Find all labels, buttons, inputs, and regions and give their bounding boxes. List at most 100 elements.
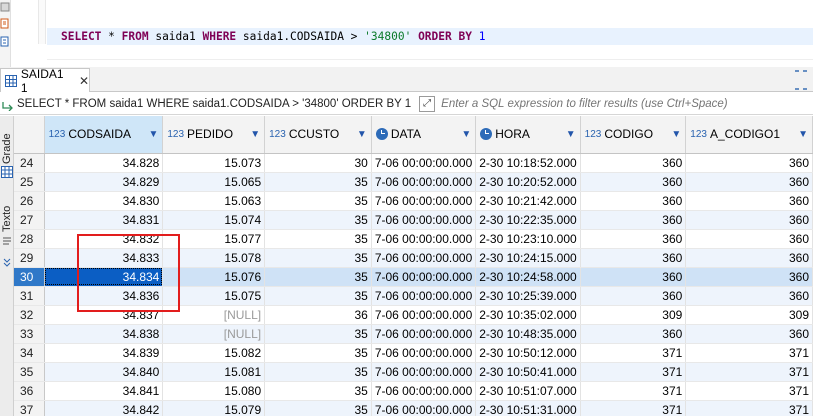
cell-ccusto[interactable]: 35 [264, 267, 372, 287]
script-icon[interactable] [0, 18, 10, 29]
cell-codigo[interactable]: 371 [580, 362, 687, 382]
cell-codigo[interactable]: 360 [580, 229, 687, 249]
table-row[interactable]: 33 34.838 [NULL] 35 7-06 00:00:00.000 2-30 10… [14, 324, 813, 344]
row-number[interactable]: 29 [14, 248, 45, 268]
cell-a-codigo1[interactable]: 360 [685, 210, 813, 230]
cell-ccusto[interactable]: 35 [264, 172, 372, 192]
row-number[interactable]: 34 [14, 343, 45, 363]
text-view-icon[interactable] [1, 236, 13, 248]
column-header-a-codigo1[interactable]: 123 A_CODIGO1 ▼ [685, 116, 813, 154]
cell-pedido[interactable]: [NULL] [162, 305, 266, 325]
cell-codsaida[interactable]: 34.840 [44, 362, 164, 382]
cell-codigo[interactable]: 360 [580, 286, 687, 306]
cell-a-codigo1[interactable]: 360 [685, 286, 813, 306]
cell-codigo[interactable]: 360 [580, 210, 687, 230]
cell-hora[interactable]: 2-30 10:50:41.000 [475, 362, 581, 382]
cell-hora[interactable]: 2-30 10:51:07.000 [475, 381, 581, 401]
cell-pedido[interactable]: 15.079 [162, 400, 266, 416]
column-menu-arrow-icon[interactable]: ▼ [357, 129, 367, 140]
row-number[interactable]: 33 [14, 324, 45, 344]
cell-data[interactable]: 7-06 00:00:00.000 [371, 191, 477, 211]
cell-codigo[interactable]: 360 [580, 172, 687, 192]
cell-pedido[interactable]: 15.076 [162, 267, 266, 287]
column-header-codsaida[interactable]: 123 CODSAIDA ▼ [44, 116, 164, 154]
cell-ccusto[interactable]: 35 [264, 343, 372, 363]
grid-icon[interactable] [1, 166, 13, 178]
cell-pedido[interactable]: [NULL] [162, 324, 266, 344]
cell-hora[interactable]: 2-30 10:23:10.000 [475, 229, 581, 249]
table-row[interactable]: 31 34.836 15.075 35 7-06 00:00:00.000 2-30 10… [14, 286, 813, 306]
cell-data[interactable]: 7-06 00:00:00.000 [371, 229, 477, 249]
cell-hora[interactable]: 2-30 10:20:52.000 [475, 172, 581, 192]
table-row[interactable]: 34 34.839 15.082 35 7-06 00:00:00.000 2-30 10… [14, 343, 813, 363]
row-number[interactable]: 32 [14, 305, 45, 325]
cell-pedido[interactable]: 15.080 [162, 381, 266, 401]
cell-codigo[interactable]: 371 [580, 343, 687, 363]
table-row[interactable]: 28 34.832 15.077 35 7-06 00:00:00.000 2-30 10… [14, 229, 813, 249]
cell-codsaida[interactable]: 34.834 [44, 267, 164, 287]
cell-pedido[interactable]: 15.074 [162, 210, 266, 230]
cell-codigo[interactable]: 360 [580, 324, 687, 344]
column-menu-arrow-icon[interactable]: ▼ [148, 129, 158, 140]
cell-codsaida[interactable]: 34.837 [44, 305, 164, 325]
cell-a-codigo1[interactable]: 309 [685, 305, 813, 325]
cell-codsaida[interactable]: 34.831 [44, 210, 164, 230]
row-number[interactable]: 28 [14, 229, 45, 249]
cell-a-codigo1[interactable]: 360 [685, 248, 813, 268]
table-row[interactable]: 35 34.840 15.081 35 7-06 00:00:00.000 2-30 10… [14, 362, 813, 382]
cell-codsaida[interactable]: 34.838 [44, 324, 164, 344]
filter-expand-icon[interactable]: ⤢ [419, 95, 436, 112]
cell-codsaida[interactable]: 34.833 [44, 248, 164, 268]
table-row[interactable]: 32 34.837 [NULL] 36 7-06 00:00:00.000 2-30 10… [14, 305, 813, 325]
cell-codigo[interactable]: 360 [580, 153, 687, 173]
cell-hora[interactable]: 2-30 10:51:31.000 [475, 400, 581, 416]
cell-codsaida[interactable]: 34.839 [44, 343, 164, 363]
cell-data[interactable]: 7-06 00:00:00.000 [371, 286, 477, 306]
row-number[interactable]: 37 [14, 400, 45, 416]
cell-data[interactable]: 7-06 00:00:00.000 [371, 248, 477, 268]
column-menu-arrow-icon[interactable]: ▼ [671, 129, 681, 140]
row-number[interactable]: 30 [14, 267, 45, 287]
filter-input[interactable] [441, 94, 813, 113]
cell-hora[interactable]: 2-30 10:50:12.000 [475, 343, 581, 363]
column-menu-arrow-icon[interactable]: ▼ [566, 129, 576, 140]
cell-a-codigo1[interactable]: 371 [685, 362, 813, 382]
sql-query-line[interactable]: SELECT * FROM saida1 WHERE saida1.CODSAI… [61, 29, 485, 44]
minimize-panel-icon[interactable] [789, 67, 811, 92]
row-number[interactable]: 25 [14, 172, 45, 192]
cell-data[interactable]: 7-06 00:00:00.000 [371, 400, 477, 416]
cell-codsaida[interactable]: 34.829 [44, 172, 164, 192]
cell-data[interactable]: 7-06 00:00:00.000 [371, 305, 477, 325]
cell-data[interactable]: 7-06 00:00:00.000 [371, 381, 477, 401]
cell-pedido[interactable]: 15.081 [162, 362, 266, 382]
column-menu-arrow-icon[interactable]: ▼ [461, 129, 471, 140]
row-number[interactable]: 36 [14, 381, 45, 401]
cell-ccusto[interactable]: 35 [264, 210, 372, 230]
cell-codsaida[interactable]: 34.842 [44, 400, 164, 416]
cell-a-codigo1[interactable]: 371 [685, 400, 813, 416]
cell-ccusto[interactable]: 35 [264, 229, 372, 249]
cell-data[interactable]: 7-06 00:00:00.000 [371, 172, 477, 192]
cell-codsaida[interactable]: 34.828 [44, 153, 164, 173]
row-number[interactable]: 35 [14, 362, 45, 382]
results-grid[interactable]: 123 CODSAIDA ▼ 123 PEDIDO ▼ 123 CCUSTO ▼ DATA ▼ HOR… [14, 116, 813, 416]
cell-ccusto[interactable]: 30 [264, 153, 372, 173]
table-row[interactable]: 26 34.830 15.063 35 7-06 00:00:00.000 2-30 10… [14, 191, 813, 211]
cell-ccusto[interactable]: 35 [264, 286, 372, 306]
column-menu-arrow-icon[interactable]: ▼ [798, 129, 808, 140]
tab-strip-controls[interactable] [789, 67, 811, 92]
column-header-pedido[interactable]: 123 PEDIDO ▼ [162, 116, 266, 154]
cell-a-codigo1[interactable]: 360 [685, 267, 813, 287]
cell-ccusto[interactable]: 35 [264, 324, 372, 344]
cell-codigo[interactable]: 309 [580, 305, 687, 325]
cell-hora[interactable]: 2-30 10:24:58.000 [475, 267, 581, 287]
cell-codigo[interactable]: 360 [580, 267, 687, 287]
cell-a-codigo1[interactable]: 360 [685, 191, 813, 211]
cell-a-codigo1[interactable]: 360 [685, 172, 813, 192]
cell-pedido[interactable]: 15.063 [162, 191, 266, 211]
table-row[interactable]: 25 34.829 15.065 35 7-06 00:00:00.000 2-30 10… [14, 172, 813, 192]
column-header-codigo[interactable]: 123 CODIGO ▼ [580, 116, 687, 154]
cell-data[interactable]: 7-06 00:00:00.000 [371, 343, 477, 363]
cell-a-codigo1[interactable]: 360 [685, 229, 813, 249]
cell-a-codigo1[interactable]: 360 [685, 153, 813, 173]
